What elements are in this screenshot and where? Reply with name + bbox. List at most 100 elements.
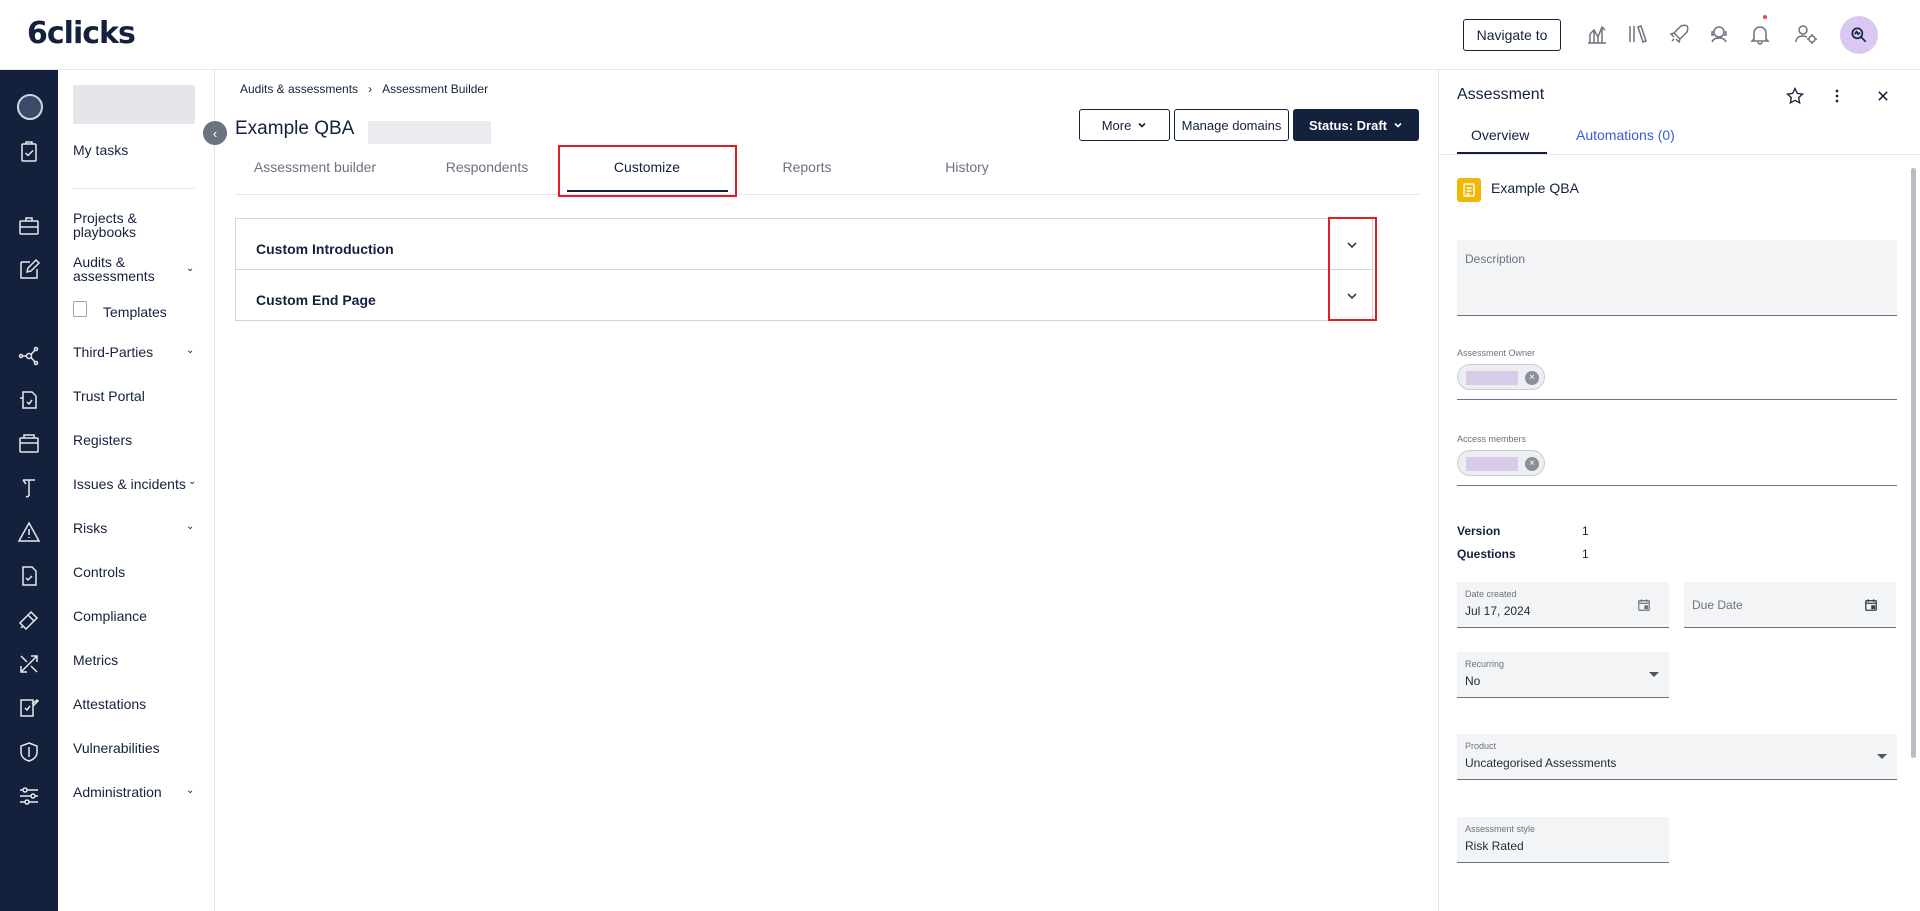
- member-chip[interactable]: ×: [1457, 450, 1545, 476]
- registers-icon[interactable]: [17, 432, 41, 456]
- due-date-field[interactable]: Due Date: [1684, 582, 1896, 628]
- sidebar-nav: My tasks Projects & playbooks Audits & a…: [58, 70, 215, 911]
- sidebar-item-audits[interactable]: Audits & assessments: [73, 255, 173, 283]
- collapse-sidebar-button[interactable]: ‹: [203, 121, 227, 145]
- chevron-down-icon[interactable]: ⌄: [188, 476, 196, 487]
- status-dropdown-button[interactable]: Status: Draft: [1293, 109, 1419, 141]
- sidebar-item-trust-portal[interactable]: Trust Portal: [73, 389, 203, 403]
- tab-assessment-builder[interactable]: Assessment builder: [235, 153, 395, 195]
- product-select[interactable]: Product Uncategorised Assessments: [1457, 734, 1897, 780]
- briefcase-icon[interactable]: [17, 214, 41, 238]
- description-field[interactable]: Description: [1457, 240, 1897, 316]
- sidebar-item-issues[interactable]: Issues & incidents: [73, 477, 203, 491]
- issues-icon[interactable]: [17, 476, 41, 500]
- navigate-to-button[interactable]: Navigate to: [1463, 19, 1561, 51]
- member-chip-name: [1466, 457, 1518, 471]
- user-settings-icon[interactable]: [1794, 22, 1818, 46]
- sidebar-item-risks[interactable]: Risks: [73, 521, 203, 535]
- breadcrumb-separator: ›: [368, 82, 373, 96]
- sidebar-item-administration[interactable]: Administration: [73, 785, 203, 799]
- user-avatar[interactable]: [1840, 16, 1878, 54]
- tab-respondents[interactable]: Respondents: [407, 153, 567, 195]
- remove-chip-icon[interactable]: ×: [1525, 371, 1539, 385]
- sidebar-item-projects[interactable]: Projects & playbooks: [73, 211, 173, 239]
- assessment-name: Example QBA: [1491, 180, 1579, 196]
- support-icon[interactable]: [1707, 22, 1731, 46]
- assessment-tabs: Assessment builder Respondents Customize…: [235, 153, 1420, 195]
- sidebar-item-controls[interactable]: Controls: [73, 565, 203, 579]
- owner-chip-name: [1466, 371, 1518, 385]
- owner-chip[interactable]: ×: [1457, 364, 1545, 390]
- more-button-label: More: [1101, 117, 1132, 133]
- chevron-down-icon[interactable]: ⌄: [186, 345, 194, 356]
- edit-icon[interactable]: [17, 258, 41, 282]
- sidebar-item-registers[interactable]: Registers: [73, 433, 203, 447]
- star-icon[interactable]: [1785, 86, 1805, 106]
- highlight-box-chevrons: [1328, 217, 1377, 321]
- date-created-field[interactable]: Date created Jul 17, 2024: [1457, 582, 1669, 628]
- tab-reports[interactable]: Reports: [727, 153, 887, 195]
- workspace-placeholder[interactable]: [73, 85, 195, 124]
- more-vertical-icon[interactable]: [1827, 86, 1847, 106]
- assessment-style-field[interactable]: Assessment style Risk Rated: [1457, 817, 1669, 863]
- style-value: Risk Rated: [1465, 839, 1524, 853]
- chevron-down-icon: [1137, 120, 1147, 130]
- assessment-owner-field[interactable]: Assessment Owner ×: [1457, 348, 1897, 400]
- chevron-down-icon[interactable]: ⌄: [186, 521, 194, 532]
- page-title: Example QBA: [235, 118, 355, 139]
- dropdown-caret-icon[interactable]: [1877, 754, 1887, 759]
- accordion-title: Custom Introduction: [256, 241, 394, 257]
- sidebar-item-attestations[interactable]: Attestations: [73, 697, 203, 711]
- bell-icon[interactable]: [1748, 22, 1772, 46]
- remove-chip-icon[interactable]: ×: [1525, 457, 1539, 471]
- description-label: Description: [1465, 252, 1526, 266]
- breadcrumb-parent[interactable]: Audits & assessments: [240, 82, 358, 96]
- tab-automations[interactable]: Automations (0): [1576, 127, 1675, 143]
- calendar-icon[interactable]: [1864, 598, 1878, 612]
- sidebar-item-compliance[interactable]: Compliance: [73, 609, 203, 623]
- sidebar-item-third-parties[interactable]: Third-Parties: [73, 345, 203, 359]
- dropdown-caret-icon[interactable]: [1649, 672, 1659, 677]
- analytics-icon[interactable]: [1585, 22, 1609, 46]
- profile-avatar[interactable]: [17, 94, 43, 120]
- chevron-down-icon[interactable]: ⌄: [186, 263, 194, 274]
- admin-icon[interactable]: [17, 784, 41, 808]
- library-icon[interactable]: [1626, 22, 1650, 46]
- tab-overview[interactable]: Overview: [1471, 127, 1529, 143]
- calendar-icon[interactable]: [1637, 598, 1651, 612]
- sidebar-item-vulnerabilities[interactable]: Vulnerabilities: [73, 741, 203, 755]
- more-button[interactable]: More: [1079, 109, 1170, 141]
- rocket-icon[interactable]: [1667, 22, 1691, 46]
- risk-icon[interactable]: [17, 520, 41, 544]
- tasks-icon[interactable]: [17, 140, 41, 164]
- version-value: 1: [1582, 524, 1589, 538]
- style-label: Assessment style: [1465, 824, 1536, 834]
- accordion-custom-introduction[interactable]: Custom Introduction: [235, 218, 1373, 270]
- access-members-field[interactable]: Access members ×: [1457, 434, 1897, 486]
- metrics-icon[interactable]: [17, 652, 41, 676]
- shield-icon[interactable]: [17, 740, 41, 764]
- sidebar-item-templates[interactable]: Templates: [103, 304, 167, 320]
- recurring-select[interactable]: Recurring No: [1457, 652, 1669, 698]
- panel-scrollbar[interactable]: [1911, 168, 1916, 758]
- manage-domains-button[interactable]: Manage domains: [1174, 109, 1289, 141]
- title-badge-placeholder: [368, 121, 491, 144]
- network-icon[interactable]: [17, 344, 41, 368]
- trust-icon[interactable]: [17, 388, 41, 412]
- tab-history[interactable]: History: [887, 153, 1047, 195]
- attestations-icon[interactable]: [17, 696, 41, 720]
- owner-label: Assessment Owner: [1457, 348, 1536, 358]
- sidebar-item-my-tasks[interactable]: My tasks: [73, 143, 203, 157]
- notification-dot: [1763, 15, 1767, 19]
- breadcrumb-current: Assessment Builder: [382, 82, 489, 96]
- date-created-label: Date created: [1465, 589, 1517, 599]
- compliance-icon[interactable]: [17, 608, 41, 632]
- sidebar-item-metrics[interactable]: Metrics: [73, 653, 203, 667]
- sidebar-divider: [73, 188, 195, 189]
- close-icon[interactable]: [1873, 86, 1893, 106]
- app-logo[interactable]: 6clicks: [27, 16, 136, 51]
- chevron-down-icon[interactable]: ⌄: [186, 785, 194, 796]
- accordion-title: Custom End Page: [256, 292, 376, 308]
- controls-icon[interactable]: [17, 564, 41, 588]
- accordion-custom-end-page[interactable]: Custom End Page: [235, 269, 1373, 321]
